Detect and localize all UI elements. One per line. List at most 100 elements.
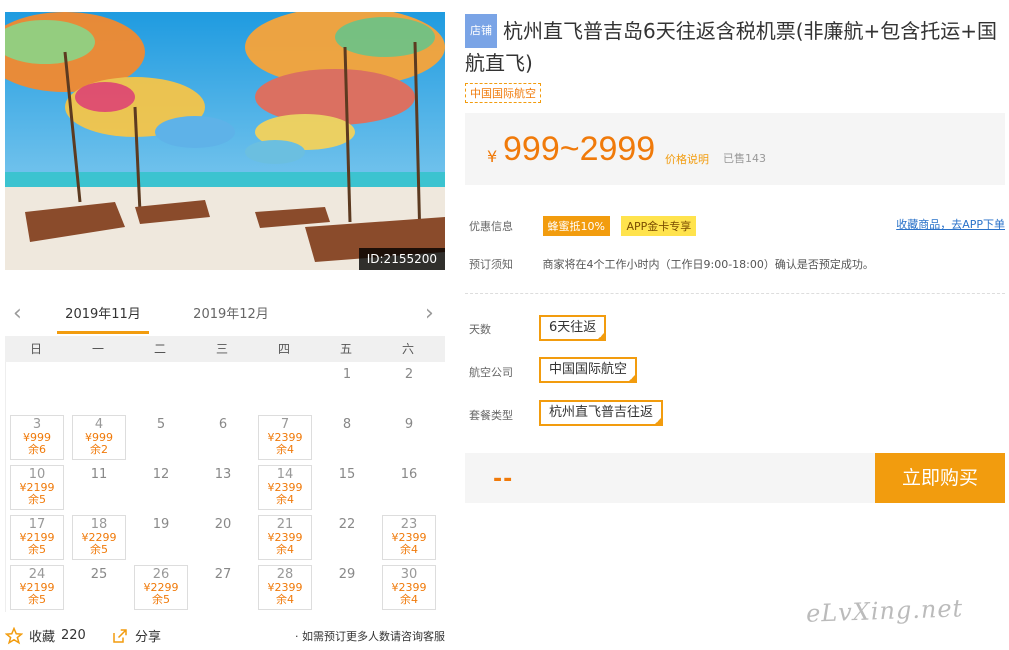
option-package-selected[interactable]: 杭州直飞普吉往返 (539, 400, 664, 426)
day-remaining: 余5 (28, 493, 46, 506)
day-number: 20 (214, 517, 232, 532)
day-number: 28 (276, 567, 294, 582)
next-month-icon[interactable]: › (425, 303, 439, 325)
calendar-day-empty (192, 362, 254, 412)
option-label-days: 天数 (469, 323, 491, 336)
calendar-day-available[interactable]: 18 ¥2299 余5 (68, 512, 130, 562)
buy-now-button[interactable]: 立即购买 (875, 453, 1005, 503)
image-id-badge: ID:2155200 (358, 248, 445, 270)
calendar-day-available[interactable]: 14 ¥2399 余4 (254, 462, 316, 512)
calendar-day-available[interactable]: 3 ¥999 余6 (6, 412, 68, 462)
day-remaining: 余4 (400, 593, 418, 606)
calendar-day: 22 (316, 512, 378, 562)
calendar-day: 27 (192, 562, 254, 612)
total-price-placeholder: -- (493, 467, 514, 492)
calendar-day: 19 (130, 512, 192, 562)
calendar-day-available[interactable]: 30 ¥2399 余4 (378, 562, 440, 612)
option-days-selected[interactable]: 6天往返 (539, 315, 607, 341)
action-bar: 收藏 220 分享 · 如需预订更多人数请咨询客服 (5, 626, 445, 646)
contact-service-note: · 如需预订更多人数请咨询客服 (295, 630, 445, 643)
calendar-day: 12 (130, 462, 192, 512)
day-number: 24 (28, 567, 46, 582)
check-icon (653, 416, 664, 426)
weekday-header: 日 一 二 三 四 五 六 (5, 336, 445, 362)
month-tab-current[interactable]: 2019年11月 (57, 306, 149, 334)
day-number: 19 (152, 517, 170, 532)
day-remaining: 余4 (276, 593, 294, 606)
option-label-airline: 航空公司 (469, 366, 513, 379)
calendar-day: 11 (68, 462, 130, 512)
prev-month-icon[interactable]: ‹ (13, 303, 27, 325)
calendar-day-available[interactable]: 24 ¥2199 余5 (6, 562, 68, 612)
calendar-day-available[interactable]: 17 ¥2199 余5 (6, 512, 68, 562)
currency-symbol: ¥ (487, 147, 498, 166)
share-icon (113, 628, 127, 643)
calendar-day-available[interactable]: 21 ¥2399 余4 (254, 512, 316, 562)
shop-badge: 店铺 (465, 14, 497, 48)
calendar-day-available[interactable]: 26 ¥2299 余5 (130, 562, 192, 612)
day-remaining: 余5 (28, 543, 46, 556)
day-number: 15 (338, 467, 356, 482)
favorite-button[interactable]: 收藏 220 (5, 626, 86, 645)
day-number (68, 362, 130, 368)
day-number: 17 (28, 517, 46, 532)
day-remaining: 余5 (90, 543, 108, 556)
product-photo: ID:2155200 (5, 12, 445, 270)
option-package-value: 杭州直飞普吉往返 (549, 405, 654, 420)
price-explain-link[interactable]: 价格说明 (665, 151, 709, 167)
calendar-day-available[interactable]: 7 ¥2399 余4 (254, 412, 316, 462)
day-number: 14 (276, 467, 294, 482)
day-number: 29 (338, 567, 356, 582)
weekday-label: 六 (401, 342, 414, 356)
booking-notice-text: 商家将在4个工作小时内（工作日9:00-18:00）确认是否预定成功。 (542, 258, 874, 271)
product-title-block: 店铺 杭州直飞普吉岛6天往返含税机票(非廉航+包含托运+国航直飞) (465, 14, 1000, 78)
day-number (6, 362, 68, 368)
calendar-day-empty (6, 362, 68, 412)
product-title-text: 杭州直飞普吉岛6天往返含税机票(非廉航+包含托运+国航直飞) (465, 19, 998, 75)
buy-panel: -- 立即购买 (465, 453, 1005, 503)
option-airline-value: 中国国际航空 (549, 362, 628, 377)
favorite-app-link[interactable]: 收藏商品，去APP下单 (896, 216, 1005, 232)
day-number: 5 (156, 417, 166, 432)
favorite-label: 收藏 (29, 630, 56, 645)
weekday-label: 四 (277, 342, 290, 356)
check-icon (596, 331, 607, 341)
date-calendar: ‹ 2019年11月 2019年12月 › 日 一 二 三 四 五 六 1 2 3 ¥… (5, 300, 445, 612)
option-days-value: 6天往返 (549, 320, 597, 335)
day-number: 12 (152, 467, 170, 482)
booking-notice-row: 预订须知 商家将在4个工作小时内（工作日9:00-18:00）确认是否预定成功。 (469, 256, 874, 272)
day-number: 3 (32, 417, 42, 432)
share-button[interactable]: 分享 (111, 626, 161, 645)
day-number: 8 (342, 417, 352, 432)
calendar-day: 29 (316, 562, 378, 612)
day-remaining: 余4 (400, 543, 418, 556)
calendar-day-available[interactable]: 4 ¥999 余2 (68, 412, 130, 462)
promotion-row: 优惠信息 蜂蜜抵10% APP金卡专享 (469, 216, 697, 236)
calendar-day-empty (68, 362, 130, 412)
calendar-day-available[interactable]: 23 ¥2399 余4 (378, 512, 440, 562)
calendar-day: 15 (316, 462, 378, 512)
star-icon (5, 626, 23, 644)
calendar-header: ‹ 2019年11月 2019年12月 › (5, 300, 445, 336)
day-number: 21 (276, 517, 294, 532)
option-airline-selected[interactable]: 中国国际航空 (539, 357, 638, 383)
calendar-day-empty (130, 362, 192, 412)
day-number: 25 (90, 567, 108, 582)
calendar-day-available[interactable]: 28 ¥2399 余4 (254, 562, 316, 612)
day-number: 1 (342, 367, 352, 382)
day-number: 7 (280, 417, 290, 432)
calendar-day: 20 (192, 512, 254, 562)
weekday-label: 一 (91, 342, 104, 356)
month-tab-next[interactable]: 2019年12月 (185, 306, 277, 334)
day-remaining: 余2 (90, 443, 108, 456)
day-remaining: 余4 (276, 543, 294, 556)
day-number: 10 (28, 467, 46, 482)
calendar-day-available[interactable]: 10 ¥2199 余5 (6, 462, 68, 512)
day-number: 11 (90, 467, 108, 482)
calendar-day: 16 (378, 462, 440, 512)
day-number: 18 (90, 517, 108, 532)
calendar-day: 9 (378, 412, 440, 462)
day-remaining: 余4 (276, 493, 294, 506)
sold-count: 已售143 (723, 152, 766, 165)
day-number: 22 (338, 517, 356, 532)
